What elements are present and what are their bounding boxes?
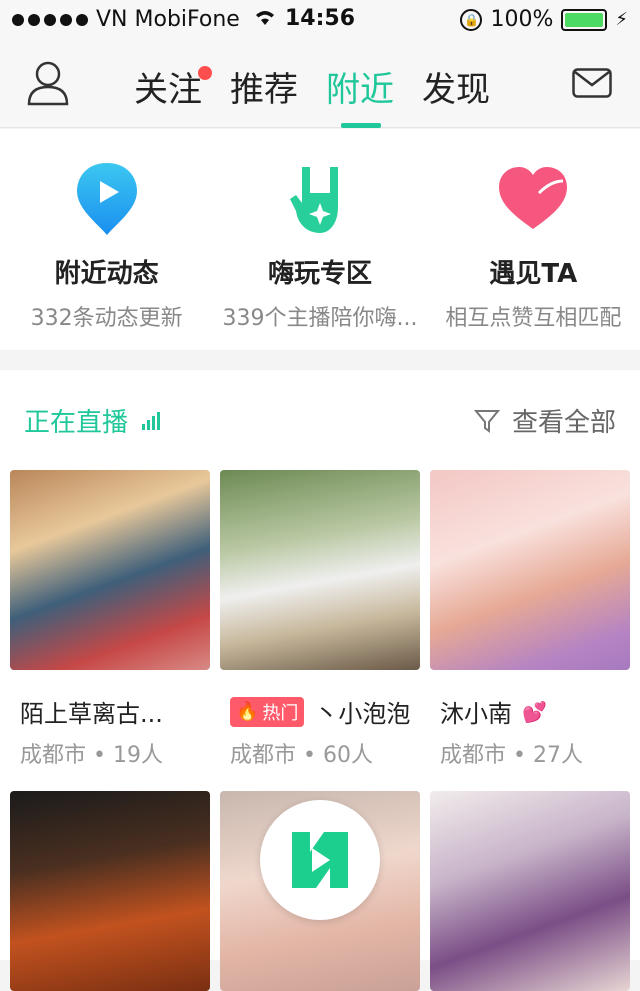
live-equalizer-icon <box>142 411 161 430</box>
feature-meet-ta[interactable]: 遇见TA 相互点赞互相匹配 <box>427 129 640 350</box>
live-title-label: 正在直播 <box>24 408 129 438</box>
user-profile-icon[interactable] <box>26 60 70 106</box>
streamer-name: 陌上草离古... <box>20 694 200 729</box>
heart-icon <box>493 159 573 239</box>
status-bar: VN MobiFone 14:56 🔒 100% ⚡ <box>0 0 640 40</box>
tab-recommend[interactable]: 推荐 <box>230 62 298 122</box>
feature-title: 遇见TA <box>489 259 578 289</box>
stream-thumbnail[interactable] <box>10 470 210 670</box>
active-tab-indicator <box>341 123 381 128</box>
stream-card[interactable]: 🔥热门 丶小泡泡.. 成都市 • 60人 <box>220 470 420 769</box>
stream-card[interactable] <box>10 791 210 991</box>
location-play-icon <box>67 159 147 239</box>
streamer-name-text: 沐小南 <box>440 700 512 728</box>
feature-title: 嗨玩专区 <box>267 259 372 289</box>
stream-location: 成都市 <box>440 743 507 768</box>
feature-subtitle: 339个主播陪你嗨... <box>222 306 418 331</box>
view-all-button[interactable]: 查看全部 <box>473 402 616 439</box>
stream-location: 成都市 <box>20 743 87 768</box>
streamer-name: 🔥热门 丶小泡泡.. <box>230 694 410 729</box>
mail-icon[interactable] <box>572 68 612 98</box>
stream-card[interactable]: 陌上草离古... 成都市 • 19人 <box>10 470 210 769</box>
feature-subtitle: 相互点赞互相匹配 <box>445 306 622 331</box>
filter-icon <box>473 409 500 433</box>
stream-info: 成都市 • 19人 <box>20 743 163 768</box>
feature-title: 附近动态 <box>54 259 159 289</box>
feature-nearby-moments[interactable]: 附近动态 332条动态更新 <box>0 129 213 350</box>
hot-label: 热门 <box>262 702 299 724</box>
stream-card[interactable]: 沐小南 💕 成都市 • 27人 <box>430 470 630 769</box>
notification-dot <box>198 66 212 80</box>
stream-info: 成都市 • 27人 <box>440 743 583 768</box>
stream-thumbnail[interactable] <box>10 791 210 991</box>
sparkling-heart-icon: 💕 <box>522 699 547 724</box>
tab-follow[interactable]: 关注 <box>134 62 212 122</box>
stream-viewers: 19人 <box>112 743 163 768</box>
stream-viewers: 60人 <box>322 743 373 768</box>
tab-nearby[interactable]: 附近 <box>326 62 394 128</box>
stream-viewers: 27人 <box>532 743 583 768</box>
stream-info: 成都市 • 60人 <box>230 743 373 768</box>
main-tabs: 关注 推荐 附近 发现 <box>134 62 490 128</box>
feature-subtitle: 332条动态更新 <box>30 306 183 331</box>
stream-thumbnail[interactable] <box>430 470 630 670</box>
live-header: 正在直播 查看全部 <box>0 370 640 470</box>
tab-label: 推荐 <box>230 70 298 110</box>
tab-label: 关注 <box>134 70 202 110</box>
rock-hand-icon <box>280 159 360 239</box>
stream-thumbnail[interactable] <box>220 470 420 670</box>
hot-badge: 🔥 热门 <box>230 696 305 727</box>
flame-icon: 🔥 <box>236 701 259 722</box>
charging-icon: ⚡ <box>615 9 628 30</box>
top-nav: 关注 推荐 附近 发现 <box>0 40 640 128</box>
feature-fun-zone[interactable]: 嗨玩专区 339个主播陪你嗨... <box>213 129 426 350</box>
feature-row: 附近动态 332条动态更新 嗨玩专区 339个主播陪你嗨... 遇见TA 相互点… <box>0 129 640 350</box>
battery-percent: 100% <box>490 7 554 32</box>
view-all-label: 查看全部 <box>511 408 616 438</box>
tab-label: 附近 <box>326 70 394 110</box>
section-title: 正在直播 <box>24 402 161 439</box>
tab-discover[interactable]: 发现 <box>422 62 490 122</box>
stream-location: 成都市 <box>230 743 297 768</box>
battery-icon <box>561 8 608 31</box>
rotation-lock-icon: 🔒 <box>460 8 483 31</box>
stream-card[interactable] <box>430 791 630 991</box>
streamer-name: 沐小南 💕 <box>440 694 620 729</box>
streamer-name-text: 陌上草离古... <box>20 700 163 728</box>
streamer-name-text: 丶小泡泡.. <box>314 700 410 728</box>
app-logo-icon[interactable] <box>260 800 380 920</box>
tab-label: 发现 <box>422 70 490 110</box>
stream-thumbnail[interactable] <box>430 791 630 991</box>
